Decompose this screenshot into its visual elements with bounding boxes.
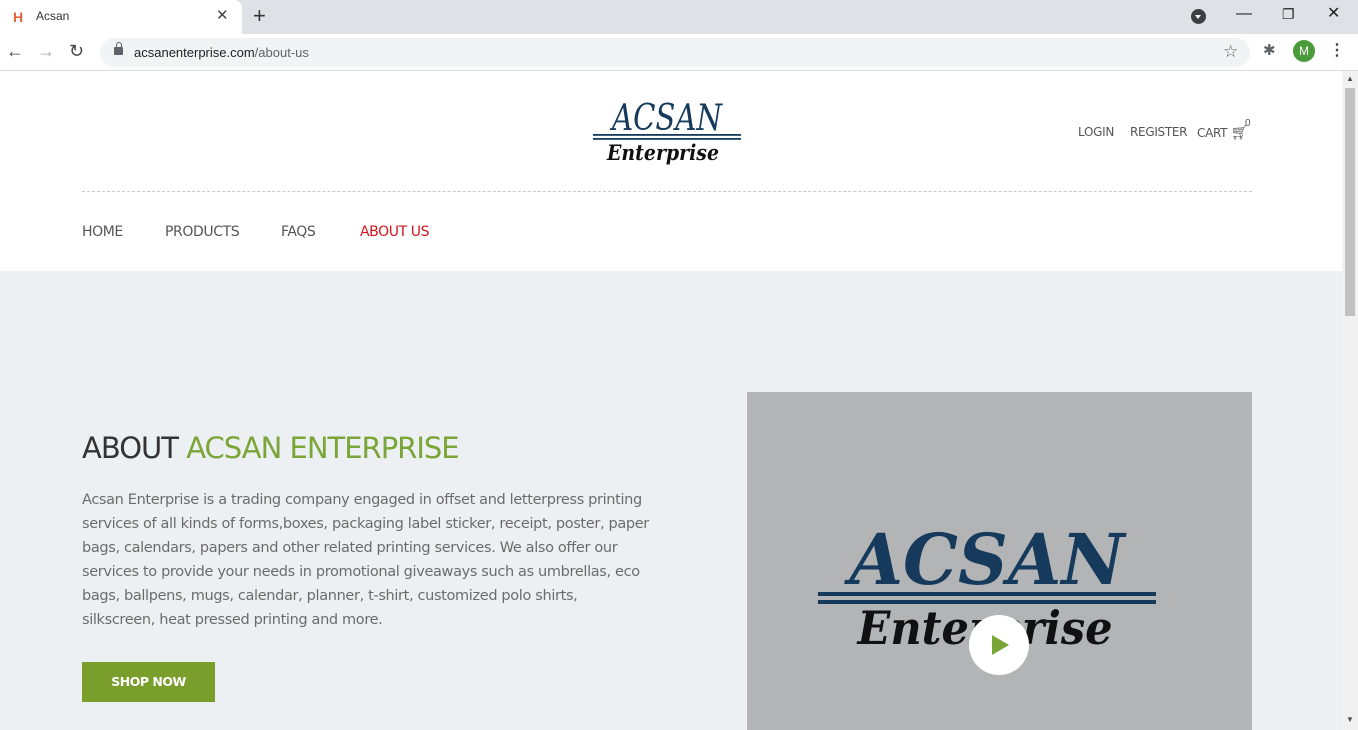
logo-top-text: ACSAN [610,98,724,139]
minimize-icon[interactable]: — [1236,4,1252,24]
about-paragraph: Acsan Enterprise is a trading company en… [82,492,649,628]
nav-home[interactable]: HOME [82,224,123,240]
about-section: ABOUT ACSAN ENTERPRISE Acsan Enterprise … [0,271,1342,730]
extensions-icon[interactable]: ✱ [1263,42,1276,60]
cart-link[interactable]: CART 🛒︎ [1197,125,1248,141]
browser-tab[interactable]: H Acsan ✕ [0,0,242,34]
back-icon[interactable]: ← [6,40,24,62]
tab-search-icon[interactable] [1191,9,1206,24]
tab-strip: H Acsan ✕ + — ❐ ✕ [0,0,1358,34]
scroll-down-icon[interactable]: ▼ [1346,716,1354,724]
url-text: acsanenterprise.com/about-us [134,45,309,60]
logo-bottom-text: Enterprise [606,140,719,165]
nav-faqs[interactable]: FAQS [281,224,316,240]
tab-title: Acsan [36,9,70,23]
favicon-icon: H [13,9,24,25]
cart-count: 0 [1245,118,1251,129]
cart-label: CART [1197,126,1228,140]
lock-icon [114,42,123,55]
header-divider [82,191,1252,192]
browser-toolbar: ← → ↻ acsanenterprise.com/about-us ☆ ✱ M… [0,34,1358,71]
scroll-up-icon[interactable]: ▲ [1346,75,1354,83]
site-logo[interactable]: ACSAN Enterprise [592,96,742,166]
plus-icon[interactable]: + [253,5,266,27]
video-player[interactable]: ACSAN Enterprise [747,392,1252,730]
page-title: ABOUT ACSAN ENTERPRISE [82,431,460,465]
address-bar[interactable]: acsanenterprise.com/about-us ☆ [100,38,1250,67]
scrollbar[interactable]: ▲ ▼ [1342,71,1358,730]
video-logo-top: ACSAN [844,522,1128,601]
play-icon[interactable] [969,615,1029,675]
scroll-thumb[interactable] [1345,88,1355,316]
restore-icon[interactable]: ❐ [1282,4,1295,24]
close-icon[interactable]: ✕ [216,8,229,24]
page: ACSAN Enterprise LOGIN REGISTER CART 🛒︎ … [0,71,1342,730]
nav-about-us[interactable]: ABOUT US [360,224,430,240]
star-icon[interactable]: ☆ [1223,42,1238,62]
window-close-icon[interactable]: ✕ [1327,4,1340,24]
nav-products[interactable]: PRODUCTS [165,224,240,240]
menu-icon[interactable]: ⋮ [1329,40,1345,62]
avatar[interactable]: M [1293,40,1315,62]
shop-now-button[interactable]: SHOP NOW [82,662,215,702]
register-link[interactable]: REGISTER [1130,125,1188,139]
forward-icon[interactable]: → [37,40,55,62]
login-link[interactable]: LOGIN [1078,125,1114,139]
reload-icon[interactable]: ↻ [69,40,84,62]
